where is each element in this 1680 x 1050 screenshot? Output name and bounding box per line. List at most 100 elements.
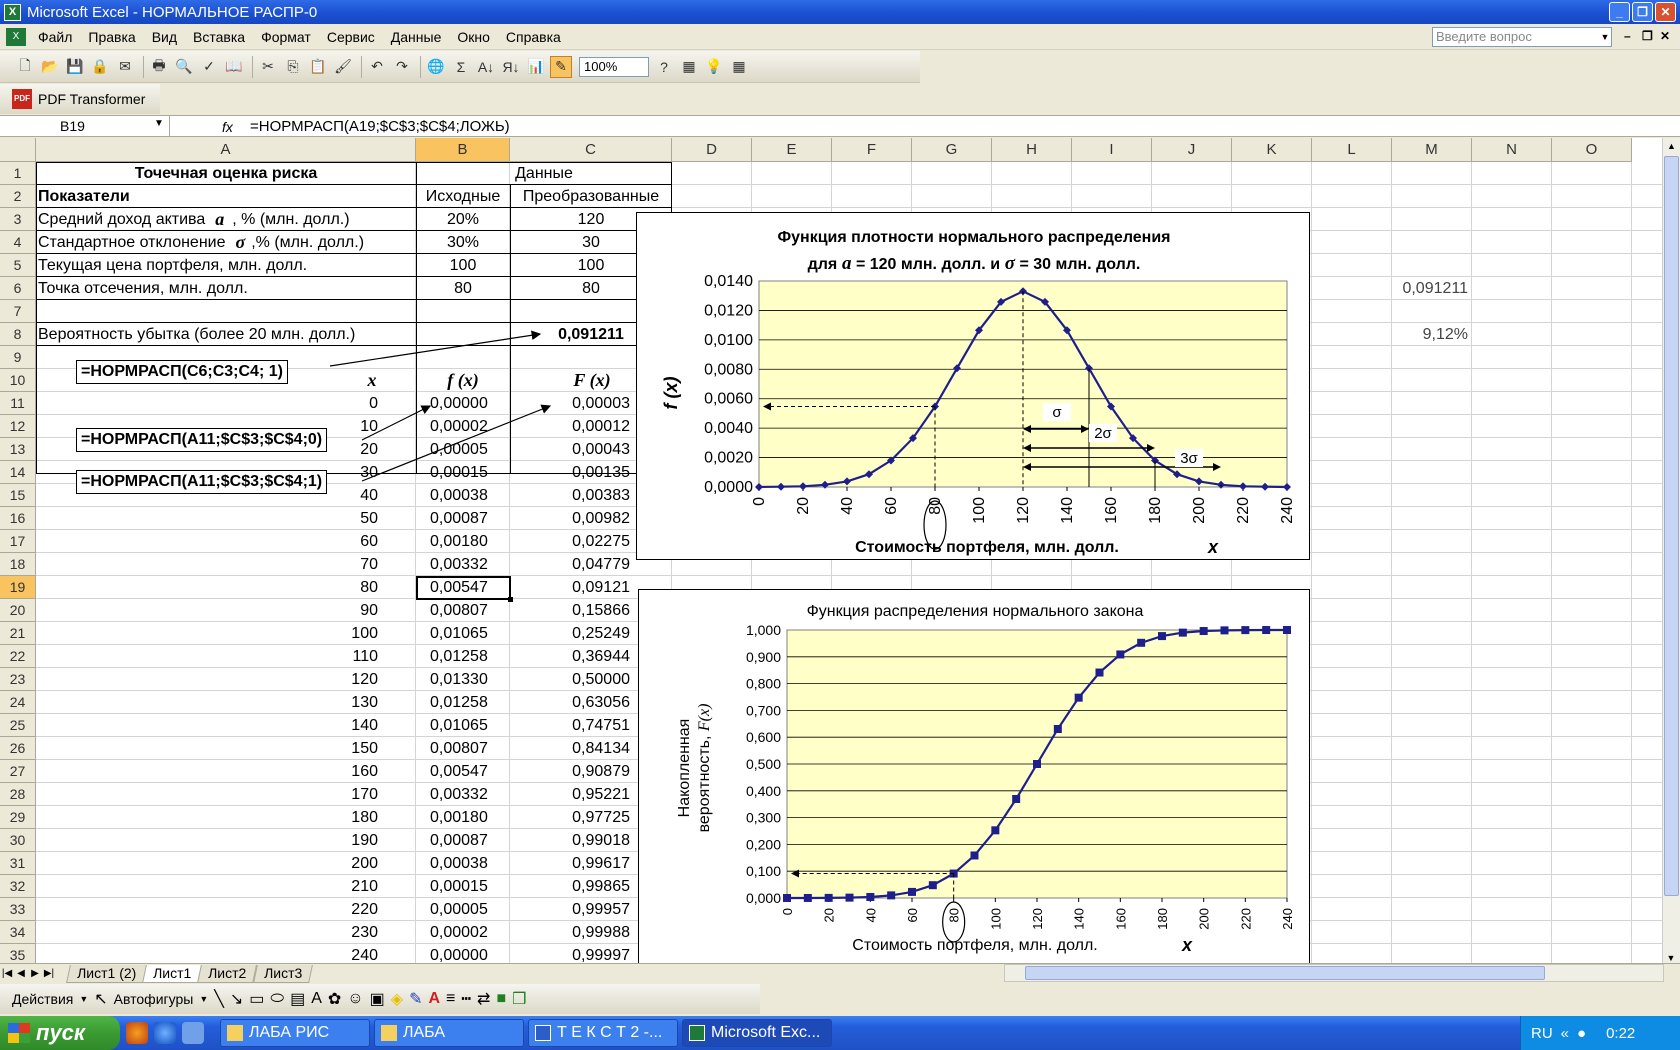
tab-prev-icon[interactable]: ◀ bbox=[14, 968, 28, 979]
table-cell-F[interactable]: 0,04779 bbox=[510, 553, 630, 576]
table-cell-f[interactable]: 0,01258 bbox=[416, 645, 508, 668]
table-cell-F[interactable]: 0,97725 bbox=[510, 806, 630, 829]
arrow-style-icon[interactable]: ⇄ bbox=[477, 989, 490, 1009]
table-cell-f[interactable]: 0,00547 bbox=[416, 760, 508, 783]
callout-normdist-density[interactable]: =НОРМРАСП(A11;$C$3;$C$4;0) bbox=[76, 428, 328, 452]
cell-m6[interactable]: 0,091211 bbox=[1318, 277, 1468, 300]
horizontal-scroll-thumb[interactable] bbox=[1025, 966, 1545, 980]
table-cell-x[interactable]: 130 bbox=[36, 691, 378, 714]
table-cell-x[interactable]: 90 bbox=[36, 599, 378, 622]
table-cell-F[interactable]: 0,99957 bbox=[510, 898, 630, 921]
table-cell-x[interactable]: 170 bbox=[36, 783, 378, 806]
zoom-select[interactable]: 100% bbox=[579, 56, 649, 77]
wordart-icon[interactable]: A bbox=[311, 990, 322, 1008]
tray-expand-icon[interactable]: « bbox=[1561, 1025, 1569, 1042]
copy-icon[interactable]: ⎘ bbox=[282, 56, 304, 78]
table-cell-f[interactable]: 0,00038 bbox=[416, 852, 508, 875]
shadow-icon[interactable]: ■ bbox=[496, 990, 506, 1008]
column-header-f[interactable]: F bbox=[832, 138, 912, 162]
borders-icon[interactable]: ▦ bbox=[728, 56, 750, 78]
table-cell-x[interactable]: 160 bbox=[36, 760, 378, 783]
table-cell-F[interactable]: 0,84134 bbox=[510, 737, 630, 760]
table-cell-F[interactable]: 0,99997 bbox=[510, 944, 630, 964]
table-cell-F[interactable]: 0,99865 bbox=[510, 875, 630, 898]
row-header-32[interactable]: 32 bbox=[0, 875, 36, 898]
spelling-icon[interactable]: ✓ bbox=[198, 56, 220, 78]
row-header-33[interactable]: 33 bbox=[0, 898, 36, 921]
minimize-button[interactable]: _ bbox=[1609, 2, 1630, 22]
fill-color-icon[interactable]: ◈ bbox=[391, 989, 403, 1009]
table-cell-x[interactable]: 210 bbox=[36, 875, 378, 898]
table-cell-F[interactable]: 0,50000 bbox=[510, 668, 630, 691]
column-header-o[interactable]: O bbox=[1552, 138, 1632, 162]
table-cell-x[interactable]: 70 bbox=[36, 553, 378, 576]
paste-icon[interactable]: 📋 bbox=[307, 56, 329, 78]
scroll-down-icon[interactable]: ▼ bbox=[1663, 953, 1679, 963]
arrow-icon[interactable]: ↘ bbox=[230, 989, 243, 1009]
picture-icon[interactable]: ▣ bbox=[370, 989, 385, 1009]
column-header-g[interactable]: G bbox=[912, 138, 992, 162]
table-cell-F[interactable]: 0,99988 bbox=[510, 921, 630, 944]
row-header-31[interactable]: 31 bbox=[0, 852, 36, 875]
row-header-18[interactable]: 18 bbox=[0, 553, 36, 576]
chart-wizard-icon[interactable]: 📊 bbox=[525, 56, 547, 78]
table-cell-f[interactable]: 0,01065 bbox=[416, 622, 508, 645]
autosum-icon[interactable]: Σ bbox=[450, 56, 472, 78]
row-header-22[interactable]: 22 bbox=[0, 645, 36, 668]
close-button[interactable]: ✕ bbox=[1655, 2, 1676, 22]
permission-icon[interactable]: 🔒 bbox=[89, 56, 111, 78]
line-color-icon[interactable]: ✎ bbox=[409, 989, 422, 1009]
table-cell-x[interactable]: 190 bbox=[36, 829, 378, 852]
table-cell-x[interactable]: 220 bbox=[36, 898, 378, 921]
row-header-23[interactable]: 23 bbox=[0, 668, 36, 691]
density-chart[interactable]: Функция плотности нормального распределе… bbox=[636, 212, 1310, 560]
menu-view[interactable]: Вид bbox=[144, 29, 185, 45]
row-header-27[interactable]: 27 bbox=[0, 760, 36, 783]
lightbulb-icon[interactable]: 💡 bbox=[703, 56, 725, 78]
format-painter-icon[interactable]: 🖌 bbox=[332, 56, 354, 78]
start-button[interactable]: пуск bbox=[0, 1016, 120, 1050]
help-icon[interactable]: ? bbox=[653, 56, 675, 78]
row-header-24[interactable]: 24 bbox=[0, 691, 36, 714]
table-cell-x[interactable]: 100 bbox=[36, 622, 378, 645]
sort-asc-icon[interactable]: A↓ bbox=[475, 56, 497, 78]
ie-icon[interactable] bbox=[154, 1022, 176, 1044]
row-header-26[interactable]: 26 bbox=[0, 737, 36, 760]
column-header-m[interactable]: M bbox=[1392, 138, 1472, 162]
document-icon[interactable]: X bbox=[6, 27, 26, 46]
dash-style-icon[interactable]: ┅ bbox=[461, 989, 471, 1009]
task-word-doc[interactable]: Т Е К С Т 2 -... bbox=[528, 1019, 678, 1047]
save-icon[interactable]: 💾 bbox=[64, 56, 86, 78]
table-cell-f[interactable]: 0,01330 bbox=[416, 668, 508, 691]
actions-menu[interactable]: Действия bbox=[12, 991, 73, 1007]
table-cell-x[interactable]: 50 bbox=[36, 507, 378, 530]
table-cell-F[interactable]: 0,99617 bbox=[510, 852, 630, 875]
table-cell-x[interactable]: 240 bbox=[36, 944, 378, 964]
row-header-35[interactable]: 35 bbox=[0, 944, 36, 963]
menu-format[interactable]: Формат bbox=[253, 29, 319, 45]
table-cell-x[interactable]: 180 bbox=[36, 806, 378, 829]
line-style-icon[interactable]: ≡ bbox=[446, 990, 455, 1008]
table-cell-x[interactable]: 80 bbox=[36, 576, 378, 599]
table-cell-F[interactable]: 0,36944 bbox=[510, 645, 630, 668]
scroll-up-icon[interactable]: ▲ bbox=[1663, 138, 1680, 154]
ask-dropdown-icon[interactable]: ▼ bbox=[1598, 27, 1612, 47]
show-desktop-icon[interactable] bbox=[182, 1022, 204, 1044]
name-box[interactable]: B19 bbox=[0, 116, 170, 137]
column-header-n[interactable]: N bbox=[1472, 138, 1552, 162]
menu-window[interactable]: Окно bbox=[449, 29, 498, 45]
column-header-l[interactable]: L bbox=[1312, 138, 1392, 162]
oval-icon[interactable]: ⬭ bbox=[270, 990, 284, 1008]
fx-icon[interactable]: fx bbox=[222, 116, 233, 138]
font-color-icon[interactable]: A bbox=[428, 990, 440, 1008]
column-header-e[interactable]: E bbox=[752, 138, 832, 162]
table-cell-f[interactable]: 0,00087 bbox=[416, 507, 508, 530]
menu-insert[interactable]: Вставка bbox=[185, 29, 253, 45]
table-cell-x[interactable]: 200 bbox=[36, 852, 378, 875]
sort-desc-icon[interactable]: Я↓ bbox=[500, 56, 522, 78]
firefox-icon[interactable] bbox=[126, 1022, 148, 1044]
doc-close-button[interactable]: ✕ bbox=[1660, 29, 1670, 43]
table-cell-F[interactable]: 0,15866 bbox=[510, 599, 630, 622]
table-cell-f[interactable]: 0,00005 bbox=[416, 898, 508, 921]
table-cell-F[interactable]: 0,25249 bbox=[510, 622, 630, 645]
